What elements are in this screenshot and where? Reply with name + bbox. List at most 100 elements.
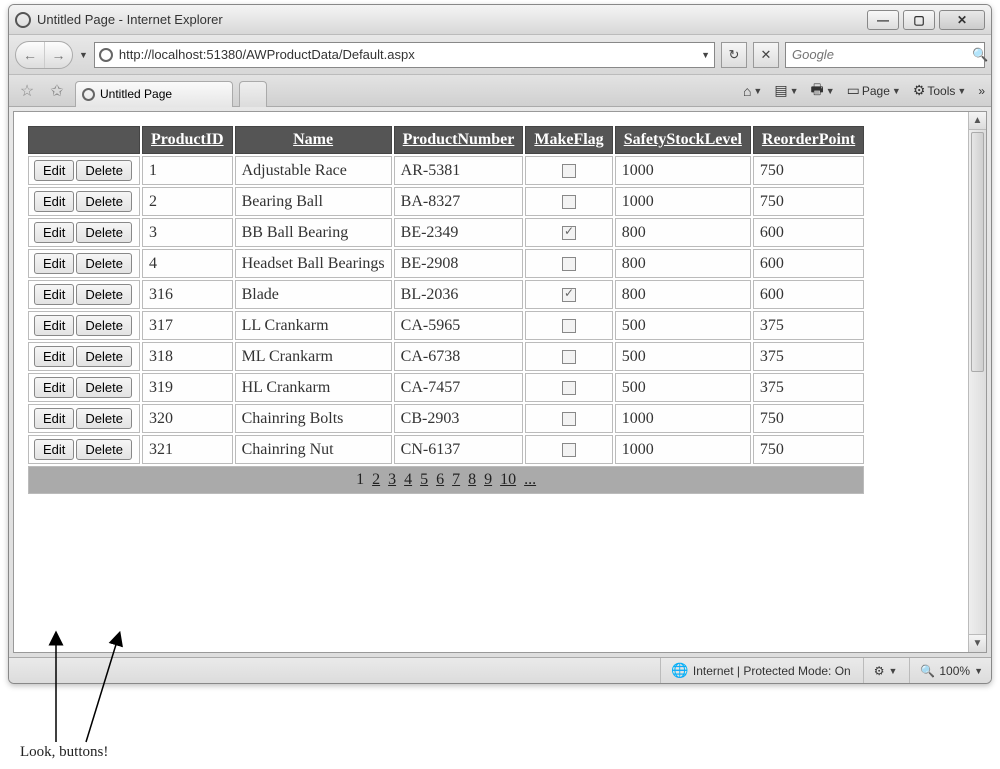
cell-actions: EditDelete: [28, 435, 140, 464]
cell-safetystocklevel: 1000: [615, 404, 751, 433]
pager-link[interactable]: 5: [420, 471, 428, 488]
url-input[interactable]: [117, 46, 697, 63]
cell-actions: EditDelete: [28, 249, 140, 278]
delete-button[interactable]: Delete: [76, 222, 132, 243]
url-dropdown-icon[interactable]: ▼: [701, 50, 710, 60]
tools-menu[interactable]: ⚙Tools▼: [913, 82, 967, 99]
cell-name: Chainring Bolts: [235, 404, 392, 433]
delete-button[interactable]: Delete: [76, 160, 132, 181]
delete-button[interactable]: Delete: [76, 191, 132, 212]
cell-reorderpoint: 750: [753, 404, 864, 433]
makeflag-checkbox: [562, 288, 576, 302]
edit-button[interactable]: Edit: [34, 346, 74, 367]
new-tab-button[interactable]: [239, 81, 267, 107]
cell-safetystocklevel: 1000: [615, 156, 751, 185]
tab-bar: ☆ ✩ Untitled Page ⌂▼ ▤▼ 🖶▼ ▭Page▼ ⚙Tools…: [9, 75, 991, 107]
print-button[interactable]: 🖶▼: [810, 79, 834, 103]
delete-button[interactable]: Delete: [76, 346, 132, 367]
edit-button[interactable]: Edit: [34, 222, 74, 243]
cell-actions: EditDelete: [28, 156, 140, 185]
zoom-value: 100%: [939, 664, 970, 678]
table-row: EditDelete316BladeBL-2036800600: [28, 280, 864, 309]
overflow-chevron-icon[interactable]: »: [978, 84, 985, 98]
table-row: EditDelete4Headset Ball BearingsBE-29088…: [28, 249, 864, 278]
delete-button[interactable]: Delete: [76, 315, 132, 336]
edit-button[interactable]: Edit: [34, 439, 74, 460]
title-bar: Untitled Page - Internet Explorer — ▢ ✕: [9, 5, 991, 35]
pager-link[interactable]: 3: [388, 471, 396, 488]
page-menu[interactable]: ▭Page▼: [847, 82, 901, 99]
close-button[interactable]: ✕: [939, 10, 985, 30]
scroll-down-icon[interactable]: ▼: [969, 634, 986, 652]
stop-button[interactable]: ✕: [753, 42, 779, 68]
cell-productid: 319: [142, 373, 233, 402]
minimize-button[interactable]: —: [867, 10, 899, 30]
search-box[interactable]: 🔍: [785, 42, 985, 68]
favorites-star-icon[interactable]: ☆: [15, 79, 39, 103]
makeflag-checkbox: [562, 195, 576, 209]
edit-button[interactable]: Edit: [34, 284, 74, 305]
header-reorderpoint[interactable]: ReorderPoint: [753, 126, 864, 154]
address-bar[interactable]: ▼: [94, 42, 715, 68]
edit-button[interactable]: Edit: [34, 377, 74, 398]
header-safetystocklevel[interactable]: SafetyStockLevel: [615, 126, 751, 154]
pager-link[interactable]: 4: [404, 471, 412, 488]
header-productid[interactable]: ProductID: [142, 126, 233, 154]
delete-button[interactable]: Delete: [76, 284, 132, 305]
makeflag-checkbox: [562, 443, 576, 457]
scroll-up-icon[interactable]: ▲: [969, 112, 986, 130]
cell-name: LL Crankarm: [235, 311, 392, 340]
forward-button[interactable]: →: [44, 42, 72, 68]
tab-page-icon: [82, 88, 95, 101]
makeflag-checkbox: [562, 412, 576, 426]
pager-link[interactable]: 6: [436, 471, 444, 488]
pager-link[interactable]: 7: [452, 471, 460, 488]
cell-reorderpoint: 600: [753, 280, 864, 309]
back-button[interactable]: ←: [16, 42, 44, 68]
cell-reorderpoint: 750: [753, 435, 864, 464]
nav-history-dropdown[interactable]: ▼: [79, 50, 88, 60]
delete-button[interactable]: Delete: [76, 439, 132, 460]
add-favorites-icon[interactable]: ✩: [45, 79, 69, 103]
protected-mode-toggle[interactable]: ⚙ ▼: [863, 658, 898, 683]
delete-button[interactable]: Delete: [76, 408, 132, 429]
cell-actions: EditDelete: [28, 342, 140, 371]
cell-actions: EditDelete: [28, 311, 140, 340]
scroll-thumb[interactable]: [971, 132, 984, 372]
header-makeflag[interactable]: MakeFlag: [525, 126, 612, 154]
pager-link[interactable]: 10: [500, 471, 516, 488]
cell-productnumber: AR-5381: [394, 156, 524, 185]
pager-link[interactable]: 9: [484, 471, 492, 488]
pager-link[interactable]: 2: [372, 471, 380, 488]
edit-button[interactable]: Edit: [34, 253, 74, 274]
cell-makeflag: [525, 156, 612, 185]
header-name[interactable]: Name: [235, 126, 392, 154]
edit-button[interactable]: Edit: [34, 160, 74, 181]
table-row: EditDelete3BB Ball BearingBE-2349800600: [28, 218, 864, 247]
cell-productnumber: CB-2903: [394, 404, 524, 433]
edit-button[interactable]: Edit: [34, 315, 74, 336]
cell-actions: EditDelete: [28, 218, 140, 247]
cell-productnumber: CN-6137: [394, 435, 524, 464]
pager-link[interactable]: 8: [468, 471, 476, 488]
refresh-button[interactable]: ↻: [721, 42, 747, 68]
vertical-scrollbar[interactable]: ▲ ▼: [968, 112, 986, 652]
delete-button[interactable]: Delete: [76, 377, 132, 398]
delete-button[interactable]: Delete: [76, 253, 132, 274]
header-actions: [28, 126, 140, 154]
command-bar: ⌂▼ ▤▼ 🖶▼ ▭Page▼ ⚙Tools▼ »: [743, 79, 985, 103]
search-input[interactable]: [790, 46, 972, 63]
zoom-control[interactable]: 🔍 100% ▼: [909, 658, 983, 683]
home-button[interactable]: ⌂▼: [743, 83, 762, 99]
edit-button[interactable]: Edit: [34, 191, 74, 212]
edit-button[interactable]: Edit: [34, 408, 74, 429]
header-productnumber[interactable]: ProductNumber: [394, 126, 524, 154]
header-row: ProductID Name ProductNumber MakeFlag Sa…: [28, 126, 864, 154]
feeds-button[interactable]: ▤▼: [774, 82, 798, 99]
cell-name: Adjustable Race: [235, 156, 392, 185]
search-icon[interactable]: 🔍: [972, 47, 988, 63]
maximize-button[interactable]: ▢: [903, 10, 935, 30]
tab-active[interactable]: Untitled Page: [75, 81, 233, 107]
pager-link[interactable]: ...: [524, 471, 536, 488]
cell-reorderpoint: 600: [753, 249, 864, 278]
